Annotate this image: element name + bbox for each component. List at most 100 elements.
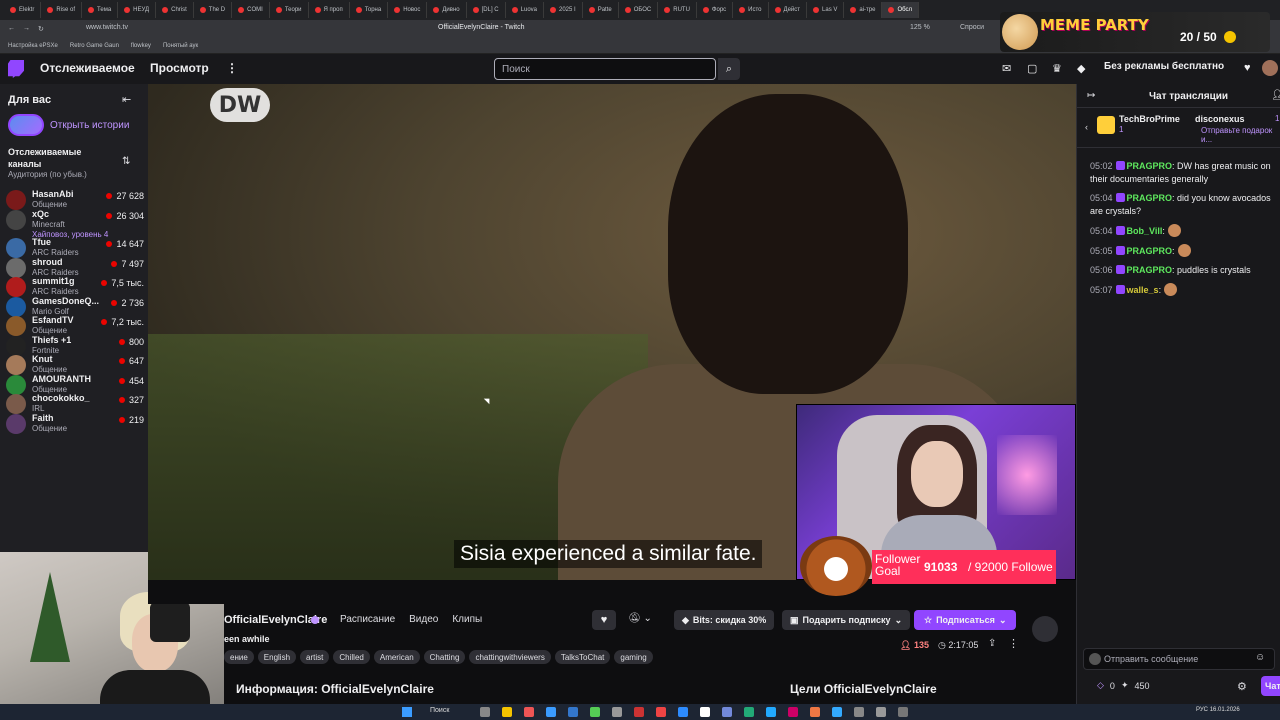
taskbar-app-icon[interactable] bbox=[700, 707, 710, 717]
more-options-icon[interactable]: ⋮ bbox=[1008, 637, 1019, 650]
stream-tag[interactable]: Chilled bbox=[333, 650, 370, 664]
taskbar-app-icon[interactable] bbox=[678, 707, 688, 717]
nav-browse[interactable]: Просмотр bbox=[150, 61, 209, 75]
collapse-chat-icon[interactable]: ↦ bbox=[1087, 90, 1095, 101]
notifications-toggle[interactable]: 🔕︎ ⌄ bbox=[628, 613, 652, 624]
stream-tag[interactable]: TalksToChat bbox=[554, 650, 611, 664]
chevron-left-icon[interactable]: ‹ bbox=[1085, 122, 1088, 132]
taskbar-app-icon[interactable] bbox=[634, 707, 644, 717]
taskbar-app-icon[interactable] bbox=[656, 707, 666, 717]
taskbar-app-icon[interactable] bbox=[832, 707, 842, 717]
stream-tag[interactable]: gaming bbox=[614, 650, 653, 664]
chat-username[interactable]: walle_s bbox=[1127, 285, 1159, 295]
gift-sub-button[interactable]: ▣ Подарить подписку ⌄ bbox=[782, 610, 911, 630]
search-input[interactable]: Поиск bbox=[494, 58, 716, 80]
browser-tab[interactable]: RUTU bbox=[658, 2, 697, 18]
bookmark-item[interactable]: Понятый аук bbox=[163, 43, 198, 49]
browser-tab[interactable]: Elektr bbox=[4, 2, 42, 18]
browser-tab[interactable]: The D bbox=[194, 2, 233, 18]
taskbar-app-icon[interactable] bbox=[766, 707, 776, 717]
subscribe-button[interactable]: ☆ Подписаться ⌄ bbox=[914, 610, 1017, 630]
browser-tab[interactable]: Торна bbox=[350, 2, 389, 18]
follow-button[interactable]: ♥ bbox=[592, 610, 616, 630]
chat-username[interactable]: Bob_Vill bbox=[1127, 226, 1163, 236]
browser-tab[interactable]: Новос bbox=[388, 2, 428, 18]
browser-tab[interactable]: ai-тре bbox=[844, 2, 883, 18]
back-icon[interactable]: ← bbox=[8, 25, 15, 33]
taskbar-app-icon[interactable] bbox=[810, 707, 820, 717]
browser-tab[interactable]: Я проп bbox=[309, 2, 350, 18]
reload-icon[interactable]: ↻ bbox=[38, 25, 44, 33]
collapse-sidebar-icon[interactable]: ⇤ bbox=[122, 93, 131, 106]
browser-tab[interactable]: Дейст bbox=[769, 2, 808, 18]
sidebar-channel[interactable]: xQc Minecraft Хайповоз, уровень 4 26 304 bbox=[6, 208, 144, 239]
taskbar-app-icon[interactable] bbox=[612, 707, 622, 717]
mail-icon[interactable]: ✉ bbox=[1002, 62, 1011, 75]
taskbar-app-icon[interactable] bbox=[590, 707, 600, 717]
taskbar-app-icon[interactable] bbox=[524, 707, 534, 717]
tab-videos[interactable]: Видео bbox=[409, 614, 438, 625]
users-icon[interactable]: 👤︎ bbox=[1271, 90, 1280, 101]
avatar[interactable] bbox=[1262, 60, 1278, 76]
stream-tag[interactable]: chattingwithviewers bbox=[469, 650, 551, 664]
stream-tag[interactable]: Chatting bbox=[423, 650, 466, 664]
browser-tab[interactable]: 2025 I bbox=[544, 2, 583, 18]
browser-tab[interactable]: Дивно bbox=[427, 2, 467, 18]
stream-tag[interactable]: English bbox=[257, 650, 297, 664]
messages-icon[interactable]: ▢ bbox=[1027, 62, 1037, 75]
windows-start-icon[interactable] bbox=[402, 707, 412, 717]
browser-tab[interactable]: Christ bbox=[156, 2, 194, 18]
browser-tab[interactable]: Обсл bbox=[882, 2, 919, 18]
url-field[interactable]: www.twitch.tv bbox=[86, 24, 128, 31]
zoom-level[interactable]: 125 % bbox=[910, 24, 930, 31]
taskbar-app-icon[interactable] bbox=[854, 707, 864, 717]
search-button[interactable]: ⌕ bbox=[718, 58, 740, 80]
stream-tag[interactable]: ение bbox=[224, 650, 254, 664]
nav-more-icon[interactable]: ⋮ bbox=[226, 61, 238, 75]
bits-discount-button[interactable]: ◆ Bits: скидка 30% bbox=[674, 610, 775, 630]
taskbar-app-icon[interactable] bbox=[546, 707, 556, 717]
taskbar-app-icon[interactable] bbox=[898, 707, 908, 717]
channel-avatar[interactable] bbox=[1032, 616, 1058, 642]
twitch-logo-icon[interactable] bbox=[8, 60, 24, 78]
emote-picker-icon[interactable]: ☺ bbox=[1255, 652, 1265, 663]
browser-tab[interactable]: Patte bbox=[583, 2, 619, 18]
forward-icon[interactable]: → bbox=[23, 25, 30, 33]
browser-tab[interactable]: Las V bbox=[807, 2, 845, 18]
browser-tab[interactable]: [DL] C bbox=[467, 2, 506, 18]
tab-schedule[interactable]: Расписание bbox=[340, 614, 395, 625]
stream-tag[interactable]: artist bbox=[300, 650, 330, 664]
taskbar-app-icon[interactable] bbox=[502, 707, 512, 717]
taskbar-app-icon[interactable] bbox=[788, 707, 798, 717]
browser-tab[interactable]: COMI bbox=[232, 2, 270, 18]
bookmark-item[interactable]: Настройка ePSXe bbox=[8, 43, 58, 49]
sidebar-channel[interactable]: Faith Общение 219 bbox=[6, 412, 144, 438]
taskbar-app-icon[interactable] bbox=[568, 707, 578, 717]
channel-points[interactable]: ◇ 0 ✦ 450 bbox=[1097, 680, 1150, 691]
browser-tab[interactable]: НЕУД bbox=[118, 2, 157, 18]
nav-following[interactable]: Отслеживаемое bbox=[40, 61, 135, 75]
chat-username[interactable]: PRAGPRO bbox=[1127, 246, 1173, 256]
bookmark-item[interactable]: Retro Game Gaun bbox=[70, 43, 119, 49]
share-icon[interactable]: ⇪ bbox=[988, 638, 996, 649]
browser-tab[interactable]: Rise of bbox=[41, 2, 83, 18]
taskbar-search[interactable]: Поиск bbox=[430, 707, 449, 714]
stream-tag[interactable]: American bbox=[373, 650, 420, 664]
chat-username[interactable]: PRAGPRO bbox=[1127, 161, 1173, 171]
chat-username[interactable]: PRAGPRO bbox=[1127, 193, 1173, 203]
send-gift-prompt[interactable]: Отправьте подарок и... bbox=[1201, 126, 1280, 144]
browser-tab[interactable]: Тема bbox=[82, 2, 119, 18]
no-ads-button[interactable]: Без рекламы бесплатно bbox=[1104, 61, 1224, 72]
notifications-icon[interactable]: ♥ bbox=[1244, 62, 1251, 74]
browser-tab[interactable]: Теори bbox=[270, 2, 309, 18]
open-stories-button[interactable]: Открыть истории bbox=[8, 114, 129, 136]
taskbar-app-icon[interactable] bbox=[480, 707, 490, 717]
taskbar-app-icon[interactable] bbox=[744, 707, 754, 717]
taskbar-app-icon[interactable] bbox=[876, 707, 886, 717]
tab-clips[interactable]: Клипы bbox=[452, 614, 482, 625]
chat-username[interactable]: PRAGPRO bbox=[1127, 265, 1173, 275]
chat-settings-icon[interactable]: ⚙ bbox=[1237, 680, 1247, 693]
browser-tab[interactable]: ОБОС bbox=[619, 2, 659, 18]
sort-icon[interactable]: ⇅ bbox=[122, 156, 130, 167]
crown-icon[interactable]: ◆ bbox=[1077, 62, 1085, 75]
